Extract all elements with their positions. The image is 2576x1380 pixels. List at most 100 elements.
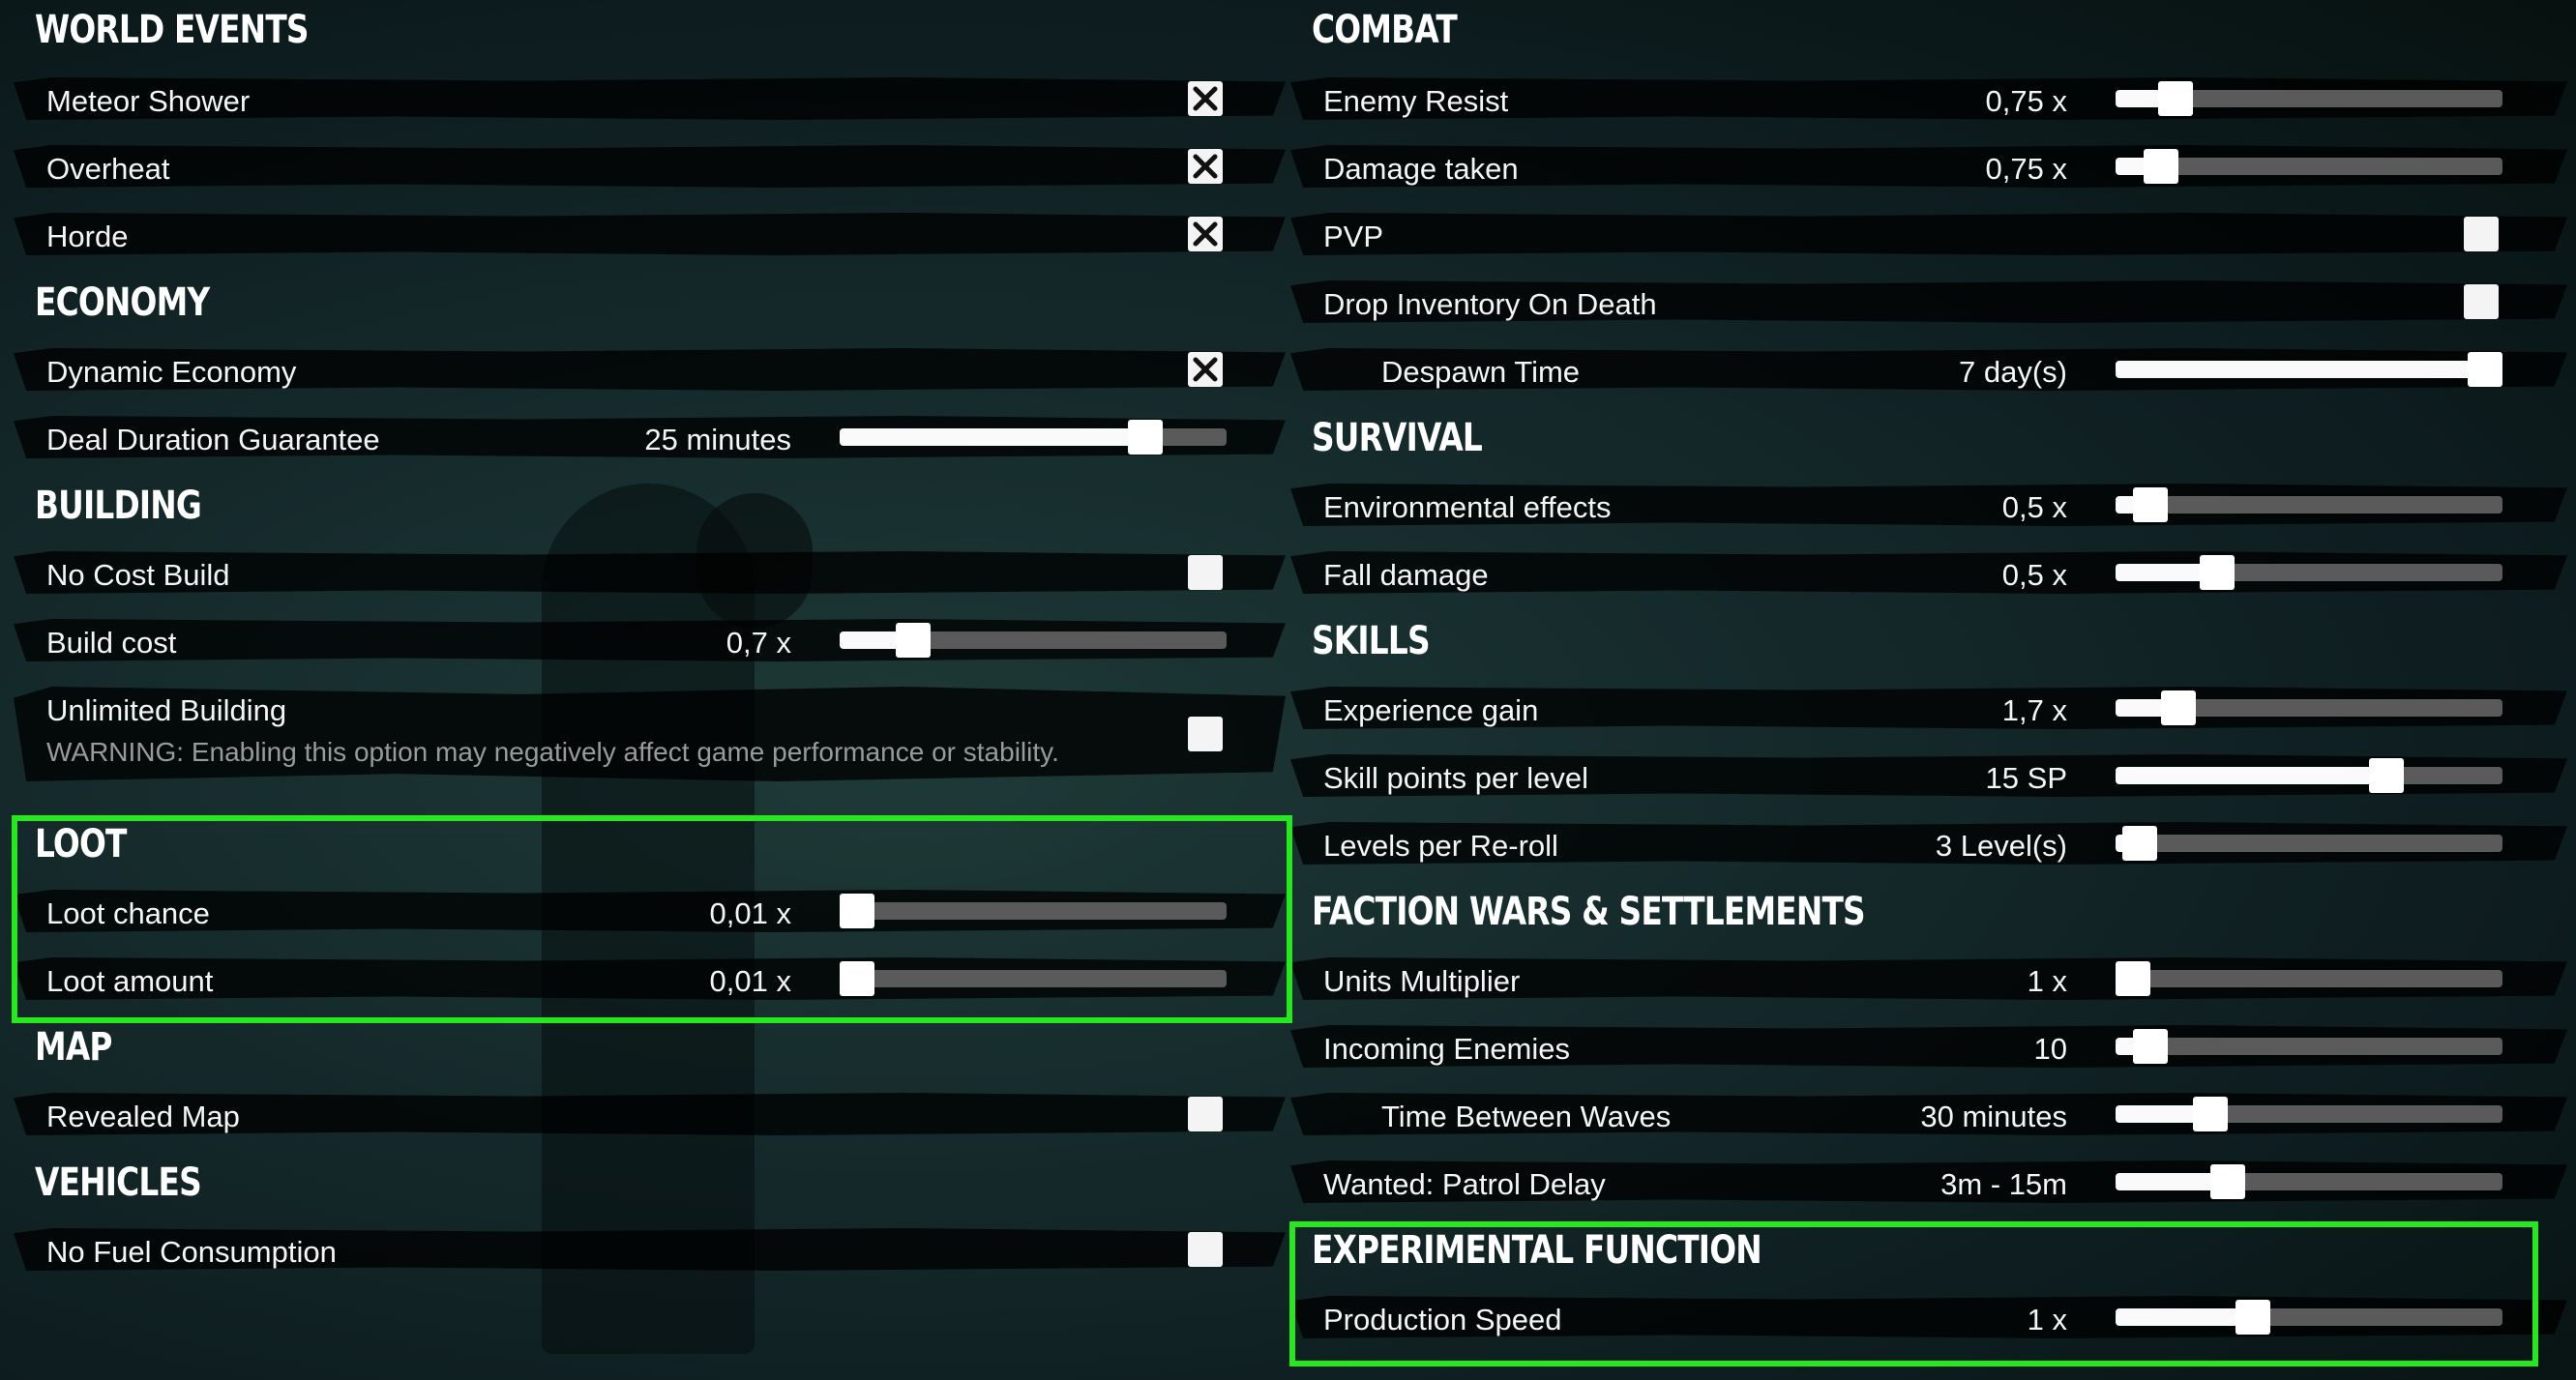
build-cost-slider[interactable] (840, 623, 1227, 658)
slider-fill (2116, 767, 2386, 784)
section-title-world-events: WORLD EVENTS (35, 8, 309, 52)
despawn-time-slider[interactable] (2116, 352, 2502, 387)
section-title-building: BUILDING (35, 484, 202, 528)
slider-knob[interactable] (1128, 420, 1163, 455)
damage-taken-value: 0,75 x (1985, 152, 2067, 186)
meteor-shower-checkbox[interactable] (1188, 81, 1223, 116)
no-cost-build-checkbox[interactable] (1188, 555, 1223, 590)
slider-fill (2116, 361, 2485, 378)
setting-row-dynamic-economy: Dynamic Economy (14, 342, 1286, 396)
checkmark-x-icon (1193, 154, 1218, 179)
section-title-vehicles: VEHICLES (35, 1160, 202, 1205)
slider-knob[interactable] (2144, 149, 2178, 184)
slider-track (2116, 835, 2502, 852)
setting-row-deal-duration-guarantee: Deal Duration Guarantee 25 minutes (14, 410, 1286, 464)
fall-damage-slider[interactable] (2116, 555, 2502, 590)
row-background (14, 213, 1286, 255)
slider-knob[interactable] (2210, 1164, 2245, 1199)
incoming-enemies-slider[interactable] (2116, 1029, 2502, 1064)
unlimited-building-label: Unlimited Building (46, 693, 287, 727)
setting-row-environmental-effects: Environmental effects 0,5 x (1290, 478, 2567, 532)
section-title-skills: SKILLS (1312, 619, 1431, 663)
checkmark-x-icon (1193, 86, 1218, 111)
time-between-waves-slider[interactable] (2116, 1097, 2502, 1131)
slider-knob[interactable] (2133, 487, 2168, 522)
section-title-economy: ECONOMY (35, 280, 210, 325)
wanted-patrol-delay-value: 3m - 15m (1940, 1167, 2067, 1201)
horde-checkbox[interactable] (1188, 217, 1223, 251)
setting-row-enemy-resist: Enemy Resist 0,75 x (1290, 72, 2567, 126)
setting-row-levels-per-re-roll: Levels per Re-roll 3 Level(s) (1290, 816, 2567, 870)
levels-per-re-roll-value: 3 Level(s) (1935, 829, 2067, 863)
warning-text: WARNING: Enabling this option may negati… (46, 737, 1059, 767)
no-cost-build-label: No Cost Build (46, 558, 230, 592)
damage-taken-slider[interactable] (2116, 149, 2502, 184)
dynamic-economy-label: Dynamic Economy (46, 355, 297, 389)
despawn-time-value: 7 day(s) (1959, 355, 2067, 389)
enemy-resist-slider[interactable] (2116, 81, 2502, 116)
deal-duration-guarantee-value: 25 minutes (644, 423, 791, 456)
slider-knob[interactable] (2200, 555, 2235, 590)
environmental-effects-label: Environmental effects (1323, 490, 1612, 524)
enemy-resist-label: Enemy Resist (1323, 84, 1509, 118)
setting-row-skill-points-per-level: Skill points per level 15 SP (1290, 749, 2567, 803)
checkmark-x-icon (1193, 221, 1218, 247)
slider-knob[interactable] (2193, 1097, 2228, 1131)
units-multiplier-slider[interactable] (2116, 961, 2502, 996)
slider-knob[interactable] (2116, 961, 2150, 996)
environmental-effects-slider[interactable] (2116, 487, 2502, 522)
dynamic-economy-checkbox[interactable] (1188, 352, 1223, 387)
deal-duration-guarantee-label: Deal Duration Guarantee (46, 423, 380, 456)
levels-per-re-roll-slider[interactable] (2116, 826, 2502, 861)
setting-row-time-between-waves: Time Between Waves 30 minutes (1290, 1087, 2567, 1141)
slider-knob[interactable] (896, 623, 931, 658)
slider-knob[interactable] (2158, 81, 2193, 116)
setting-row-overheat: Overheat (14, 139, 1286, 193)
no-fuel-consumption-checkbox[interactable] (1188, 1232, 1223, 1267)
setting-row-build-cost: Build cost 0,7 x (14, 613, 1286, 667)
overheat-label: Overheat (46, 152, 170, 186)
units-multiplier-label: Units Multiplier (1323, 964, 1521, 998)
revealed-map-label: Revealed Map (46, 1100, 240, 1133)
setting-row-experience-gain: Experience gain 1,7 x (1290, 681, 2567, 735)
horde-label: Horde (46, 220, 129, 253)
unlimited-building-checkbox[interactable] (1188, 717, 1223, 751)
slider-knob[interactable] (2133, 1029, 2168, 1064)
slider-knob[interactable] (2468, 352, 2502, 387)
damage-taken-label: Damage taken (1323, 152, 1519, 186)
overheat-checkbox[interactable] (1188, 149, 1223, 184)
deal-duration-guarantee-slider[interactable] (840, 420, 1227, 455)
setting-row-damage-taken: Damage taken 0,75 x (1290, 139, 2567, 193)
setting-row-horde: Horde (14, 207, 1286, 261)
experience-gain-slider[interactable] (2116, 690, 2502, 725)
skill-points-per-level-value: 15 SP (1985, 761, 2067, 795)
slider-knob[interactable] (2369, 758, 2404, 793)
fall-damage-label: Fall damage (1323, 558, 1489, 592)
slider-knob[interactable] (2161, 690, 2196, 725)
slider-track (2116, 970, 2502, 987)
no-fuel-consumption-label: No Fuel Consumption (46, 1235, 337, 1269)
wanted-patrol-delay-slider[interactable] (2116, 1164, 2502, 1199)
loot-highlight-frame (12, 815, 1292, 1023)
checkmark-x-icon (1193, 357, 1218, 382)
row-background (1290, 213, 2567, 255)
setting-row-fall-damage: Fall damage 0,5 x (1290, 545, 2567, 600)
revealed-map-checkbox[interactable] (1188, 1097, 1223, 1131)
drop-inventory-on-death-label: Drop Inventory On Death (1323, 287, 1657, 321)
experience-gain-label: Experience gain (1323, 693, 1539, 727)
pvp-label: PVP (1323, 220, 1384, 253)
time-between-waves-label: Time Between Waves (1381, 1100, 1672, 1133)
slider-knob[interactable] (2122, 826, 2157, 861)
setting-row-incoming-enemies: Incoming Enemies 10 (1290, 1019, 2567, 1073)
setting-row-despawn-time: Despawn Time 7 day(s) (1290, 342, 2567, 396)
section-title-map: MAP (35, 1025, 112, 1070)
incoming-enemies-label: Incoming Enemies (1323, 1032, 1571, 1066)
pvp-checkbox[interactable] (2464, 217, 2499, 251)
experience-gain-value: 1,7 x (2001, 693, 2067, 727)
experimental-highlight-frame (1289, 1221, 2538, 1366)
skill-points-per-level-slider[interactable] (2116, 758, 2502, 793)
build-cost-label: Build cost (46, 626, 177, 660)
drop-inventory-on-death-checkbox[interactable] (2464, 284, 2499, 319)
slider-track (2116, 496, 2502, 514)
setting-row-no-cost-build: No Cost Build (14, 545, 1286, 600)
